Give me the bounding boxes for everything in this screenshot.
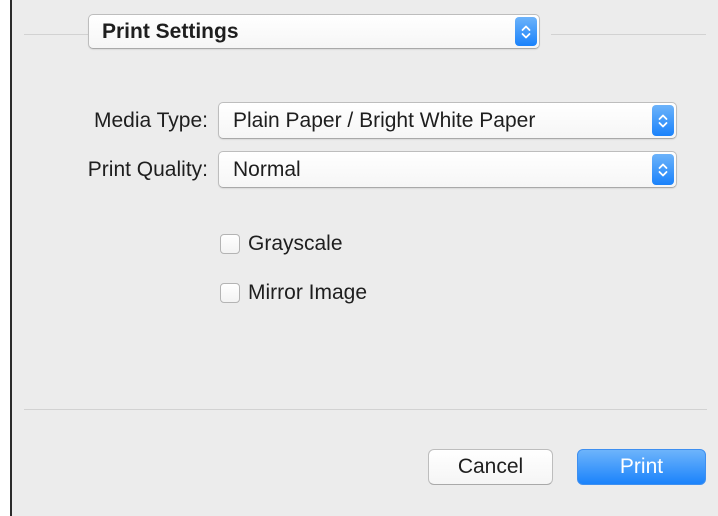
mirror-image-option[interactable]: Mirror Image — [220, 281, 367, 305]
up-down-chevron-icon — [515, 17, 537, 46]
panel-selector-popup[interactable]: Print Settings — [88, 14, 540, 49]
media-type-popup[interactable]: Plain Paper / Bright White Paper — [218, 102, 677, 139]
print-dialog-window: Print Settings Media Type: Plain Paper /… — [0, 0, 718, 516]
separator-top-left — [24, 34, 90, 35]
grayscale-label: Grayscale — [248, 232, 343, 255]
panel-selector-value: Print Settings — [102, 19, 239, 43]
print-quality-popup[interactable]: Normal — [218, 151, 677, 188]
print-button[interactable]: Print — [577, 449, 706, 485]
grayscale-option[interactable]: Grayscale — [220, 232, 343, 256]
mirror-image-checkbox[interactable] — [220, 283, 240, 303]
print-quality-value: Normal — [233, 157, 301, 181]
mirror-image-label: Mirror Image — [248, 281, 368, 304]
grayscale-checkbox[interactable] — [220, 234, 240, 254]
media-type-value: Plain Paper / Bright White Paper — [233, 108, 536, 132]
up-down-chevron-icon — [652, 154, 674, 185]
print-quality-label: Print Quality: — [87, 158, 208, 181]
separator-top-right — [551, 34, 706, 35]
up-down-chevron-icon — [652, 105, 674, 136]
cancel-button[interactable]: Cancel — [428, 449, 553, 485]
media-type-label: Media Type: — [93, 109, 208, 132]
print-dialog: Print Settings Media Type: Plain Paper /… — [10, 0, 718, 516]
separator-bottom — [24, 409, 707, 410]
